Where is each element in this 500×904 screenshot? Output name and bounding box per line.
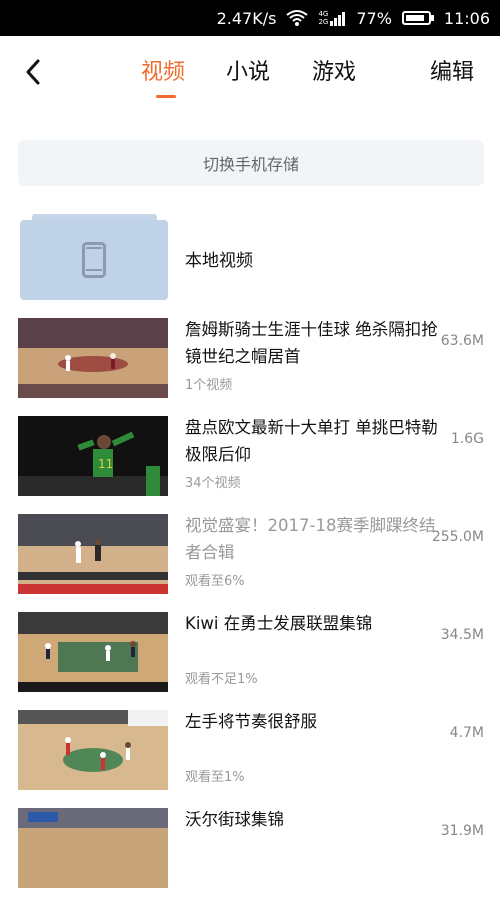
video-subtitle: 1个视频 xyxy=(185,378,233,393)
network-speed: 2.47K/s xyxy=(216,8,277,28)
video-subtitle: 观看不足1% xyxy=(185,672,258,687)
video-item[interactable]: 左手将节奏很舒服 观看至1% 4.7M xyxy=(0,708,500,806)
local-video-folder[interactable]: 本地视频 xyxy=(18,214,484,302)
video-item[interactable]: Kiwi 在勇士发展联盟集锦 观看不足1% 34.5M xyxy=(0,610,500,708)
video-subtitle: 观看至1% xyxy=(185,770,245,785)
video-thumbnail xyxy=(18,710,168,790)
video-list: 詹姆斯骑士生涯十佳球 绝杀隔扣抢镜世纪之帽居首 1个视频 63.6M 11 盘点… xyxy=(0,316,500,904)
video-subtitle: 观看至6% xyxy=(185,574,245,589)
active-tab-indicator xyxy=(156,95,176,98)
video-thumbnail xyxy=(18,318,168,398)
video-item[interactable]: 詹姆斯骑士生涯十佳球 绝杀隔扣抢镜世纪之帽居首 1个视频 63.6M xyxy=(0,316,500,414)
chevron-left-icon xyxy=(26,59,40,85)
video-thumbnail: 11 xyxy=(18,416,168,496)
wifi-icon xyxy=(286,9,309,27)
edit-button[interactable]: 编辑 xyxy=(430,54,474,86)
local-video-label: 本地视频 xyxy=(185,251,253,271)
video-title: 左手将节奏很舒服 xyxy=(185,712,317,731)
video-title: 詹姆斯骑士生涯十佳球 绝杀隔扣抢镜世纪之帽居首 xyxy=(185,320,438,366)
network-type-4g: 4G xyxy=(318,10,329,18)
battery-percent: 77% xyxy=(356,8,392,28)
svg-text:11: 11 xyxy=(98,457,113,471)
battery-icon xyxy=(401,10,434,26)
video-size: 31.9M xyxy=(440,823,484,839)
video-size: 63.6M xyxy=(440,333,484,349)
video-item[interactable]: 11 盘点欧文最新十大单打 单挑巴特勒极限后仰 34个视频 1.6G xyxy=(0,414,500,512)
video-size: 4.7M xyxy=(449,725,484,741)
video-title: Kiwi 在勇士发展联盟集锦 xyxy=(185,614,373,633)
video-thumbnail xyxy=(18,612,168,692)
video-thumbnail xyxy=(18,514,168,594)
network-type-2g: 2G xyxy=(318,18,329,26)
video-item[interactable]: 视觉盛宴！2017-18赛季脚踝终结者合辑 观看至6% 255.0M xyxy=(0,512,500,610)
status-bar: 2.47K/s 4G 2G 77% 11:06 xyxy=(0,0,500,36)
video-item[interactable]: 沃尔街球集锦 31.9M xyxy=(0,806,500,904)
video-title: 盘点欧文最新十大单打 单挑巴特勒极限后仰 xyxy=(185,418,438,464)
tab-novel[interactable]: 小说 xyxy=(226,54,270,86)
tab-video[interactable]: 视频 xyxy=(141,54,185,86)
video-title: 视觉盛宴！2017-18赛季脚踝终结者合辑 xyxy=(185,516,436,562)
switch-storage-button[interactable]: 切换手机存储 xyxy=(18,140,484,186)
tab-game[interactable]: 游戏 xyxy=(312,54,356,86)
video-subtitle: 34个视频 xyxy=(185,476,241,491)
video-thumbnail xyxy=(18,808,168,888)
video-title: 沃尔街球集锦 xyxy=(185,810,284,829)
folder-thumbnail xyxy=(20,214,168,300)
back-button[interactable] xyxy=(18,54,48,90)
video-size: 255.0M xyxy=(431,529,484,545)
top-navigation: 视频 小说 游戏 编辑 xyxy=(0,36,500,114)
phone-icon xyxy=(82,242,106,278)
video-size: 34.5M xyxy=(440,627,484,643)
clock: 11:06 xyxy=(443,8,490,28)
video-size: 1.6G xyxy=(450,431,484,447)
cellular-signal-icon: 4G 2G xyxy=(318,10,346,26)
